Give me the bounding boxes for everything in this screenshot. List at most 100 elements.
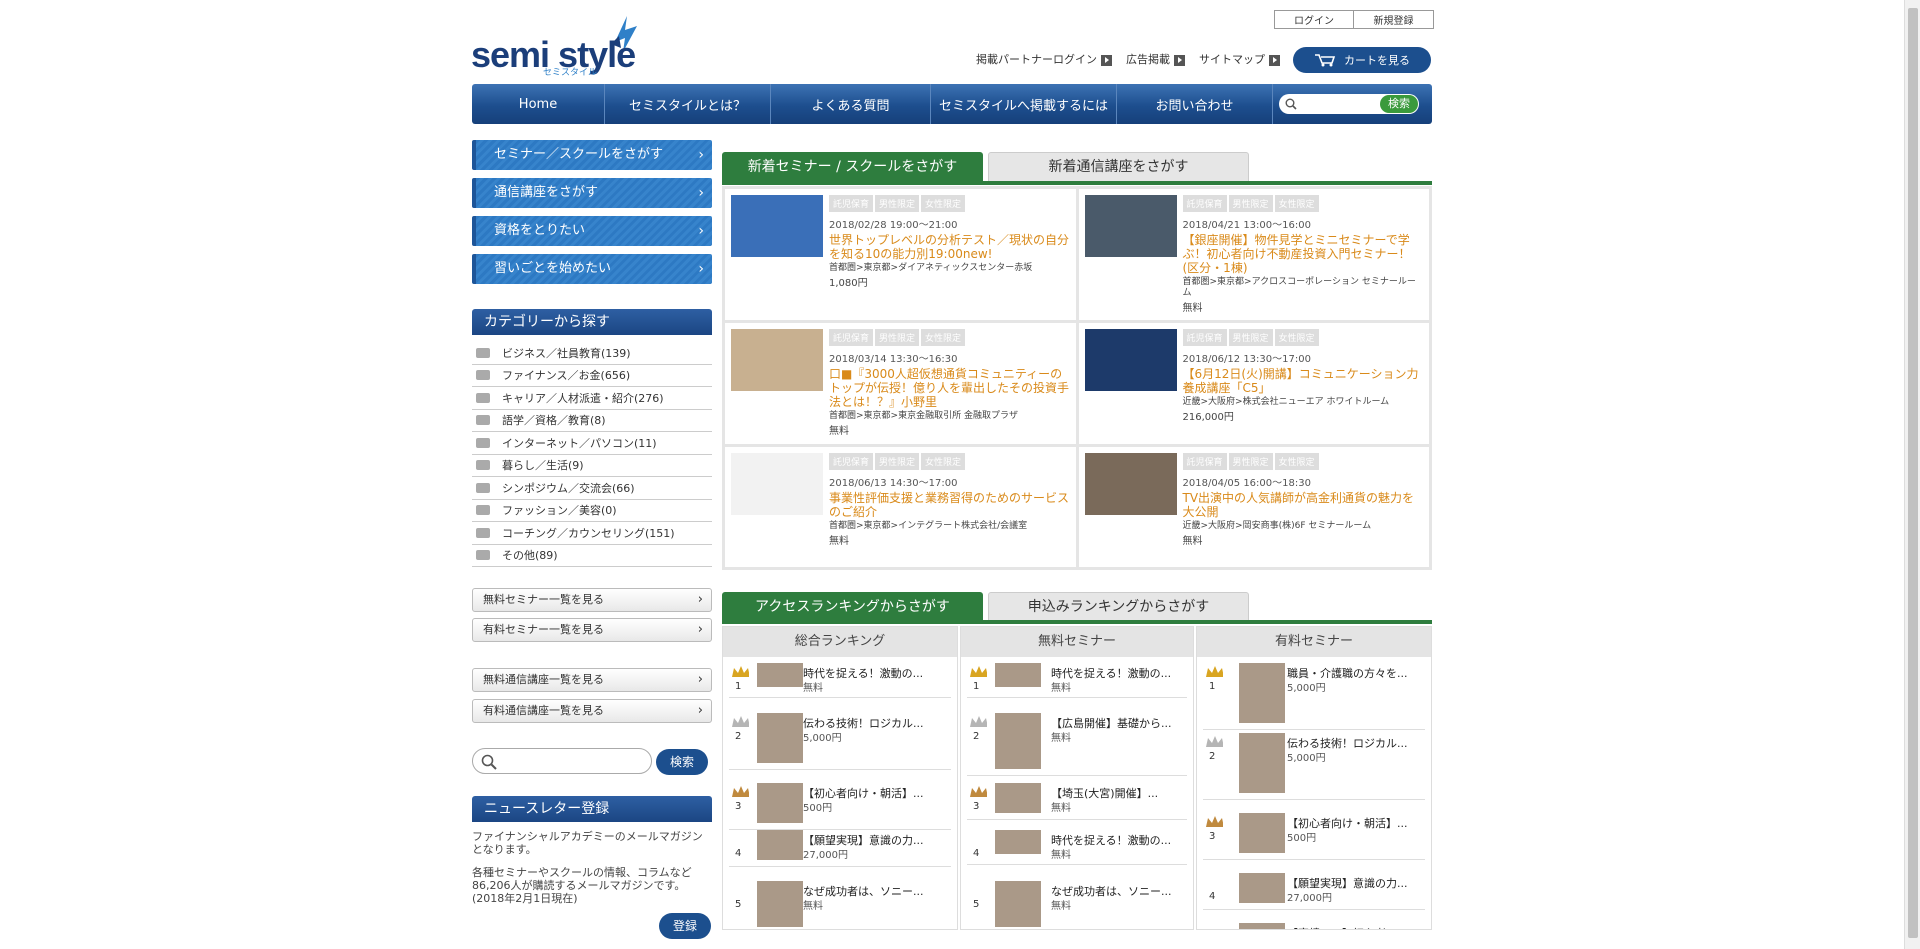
- login-link[interactable]: ログイン: [1274, 10, 1354, 29]
- ranking-item[interactable]: 5【実績No1】初心者...: [1197, 917, 1431, 929]
- find-license-button[interactable]: 資格をとりたい: [472, 216, 712, 246]
- find-seminar-button[interactable]: セミナー／スクールをさがす: [472, 140, 712, 170]
- ranking-heading: 有料セミナー: [1197, 627, 1431, 657]
- ranking-thumbnail[interactable]: [1239, 663, 1285, 723]
- scrollbar-thumb[interactable]: [1908, 8, 1918, 938]
- nav-faq[interactable]: よくある質問: [771, 84, 931, 124]
- category-item[interactable]: シンポジウム／交流会(66): [472, 477, 712, 500]
- ranking-title[interactable]: 【実績No1】初心者...: [1287, 925, 1396, 929]
- ranking-item[interactable]: 2 伝わる技術！ロジカル... 5,000円: [1197, 727, 1431, 800]
- crown-icon: [970, 666, 987, 677]
- seminar-thumbnail[interactable]: [1084, 195, 1177, 257]
- seminar-title[interactable]: 世界トップレベルの分析テスト／現状の自分を知る10の能力別19:00new!: [829, 233, 1070, 261]
- ranking-price: 無料: [1051, 850, 1071, 861]
- category-item[interactable]: 語学／資格／教育(8): [472, 410, 712, 432]
- rank-number: 3: [735, 801, 742, 812]
- ranking-thumbnail[interactable]: [1239, 813, 1285, 853]
- arrow-right-icon: [1174, 54, 1185, 66]
- partner-login-link[interactable]: 掲載パートナーログイン: [976, 51, 1112, 67]
- cart-button[interactable]: カートを見る: [1293, 47, 1431, 73]
- divider: [729, 866, 951, 867]
- rank-number: 3: [973, 801, 980, 812]
- ranking-thumbnail[interactable]: [757, 713, 803, 763]
- category-item[interactable]: ファイナンス／お金(656): [472, 365, 712, 387]
- site-logo[interactable]: semi style セミスタイル: [471, 14, 641, 78]
- sidebar-search-input[interactable]: [472, 748, 652, 774]
- ranking-thumbnail[interactable]: [995, 830, 1041, 854]
- category-item[interactable]: ファッション／美容(0): [472, 500, 712, 522]
- ranking-thumbnail[interactable]: [1239, 923, 1285, 929]
- ranking-thumbnail[interactable]: [757, 881, 803, 927]
- category-item[interactable]: 暮らし／生活(9): [472, 455, 712, 477]
- tab-new-course[interactable]: 新着通信講座をさがす: [988, 152, 1249, 182]
- seminar-title[interactable]: 口■『3000人超仮想通貨コミュニティーのトップが伝授！億り人を輩出したその投資…: [829, 367, 1070, 409]
- sitemap-link[interactable]: サイトマップ: [1199, 51, 1280, 67]
- nav-listing[interactable]: セミスタイルへ掲載するには: [931, 84, 1117, 124]
- nav-home[interactable]: Home: [472, 84, 605, 124]
- seminar-title[interactable]: 【6月12日(火)開講】コミュニケーション力養成講座「C5」: [1183, 367, 1424, 395]
- seminar-title[interactable]: 【銀座開催】物件見学とミニセミナーで学ぶ！初心者向け不動産投資入門セミナー！(区…: [1183, 233, 1424, 275]
- category-item[interactable]: キャリア／人材派遣・紹介(276): [472, 387, 712, 410]
- seminar-thumbnail[interactable]: [731, 195, 823, 257]
- ranking-thumbnail[interactable]: [995, 663, 1041, 687]
- free-seminar-list-button[interactable]: 無料セミナー一覧を見る: [472, 588, 712, 612]
- divider: [1203, 909, 1425, 910]
- nav-search-button[interactable]: 検索: [1380, 95, 1418, 113]
- nav-contact[interactable]: お問い合わせ: [1117, 84, 1273, 124]
- category-item[interactable]: ビジネス／社員教育(139): [472, 342, 712, 365]
- paid-course-list-button[interactable]: 有料通信講座一覧を見る: [472, 699, 712, 723]
- ranking-thumbnail[interactable]: [1239, 873, 1285, 903]
- ranking-item[interactable]: 3 【初心者向け・朝活】... 500円: [1197, 807, 1431, 867]
- seminar-card[interactable]: 託児保育 男性限定 女性限定 2018/06/12 13:30～17:00 【6月12日…: [1078, 323, 1429, 444]
- ranking-thumbnail[interactable]: [995, 713, 1041, 769]
- newsletter-heading: ニュースレター登録: [472, 796, 712, 822]
- ranking-item[interactable]: 2 伝わる技術！ロジカル... 5,000円: [723, 707, 957, 770]
- seminar-thumbnail[interactable]: [731, 452, 823, 515]
- ranking-item[interactable]: 1 職員・介護職の方々を... 5,000円: [1197, 657, 1431, 730]
- seminar-card[interactable]: 託児保育 男性限定 女性限定 2018/04/21 13:00～16:00 【銀座開催】…: [1078, 189, 1429, 320]
- category-label: ビジネス／社員教育(139): [502, 346, 631, 360]
- category-item[interactable]: インターネット／パソコン(11): [472, 432, 712, 455]
- newsletter-register-button[interactable]: 登録: [659, 913, 711, 939]
- register-link[interactable]: 新規登録: [1354, 10, 1434, 29]
- ranking-thumbnail[interactable]: [757, 663, 803, 687]
- ranking-thumbnail[interactable]: [1239, 733, 1285, 793]
- tab-access-ranking[interactable]: アクセスランキングからさがす: [722, 592, 983, 622]
- page-scrollbar[interactable]: [1904, 0, 1920, 949]
- ranking-item[interactable]: 5 なぜ成功者は、ソニー... 無料: [961, 875, 1193, 929]
- ad-link[interactable]: 広告掲載: [1126, 51, 1185, 67]
- seminar-tag: 託児保育: [1182, 452, 1227, 470]
- seminar-thumbnail[interactable]: [1084, 452, 1177, 515]
- seminar-tags: 託児保育 男性限定 女性限定: [1182, 329, 1424, 346]
- seminar-card[interactable]: 託児保育 男性限定 女性限定 2018/04/05 16:00～18:30 TV出演中の…: [1078, 446, 1429, 567]
- ranking-thumbnail[interactable]: [757, 783, 803, 823]
- find-lesson-button[interactable]: 習いごとを始めたい: [472, 254, 712, 284]
- ranking-thumbnail[interactable]: [757, 830, 803, 860]
- nav-search-input[interactable]: 検索: [1279, 94, 1419, 114]
- seminar-card[interactable]: 託児保育 男性限定 女性限定 2018/03/14 13:30～16:30 口■『300…: [725, 323, 1076, 444]
- category-item[interactable]: その他(89): [472, 545, 712, 567]
- tab-apply-ranking[interactable]: 申込みランキングからさがす: [988, 592, 1249, 622]
- ranking-item[interactable]: 5 なぜ成功者は、ソニー... 無料: [723, 875, 957, 929]
- ranking-price: 27,000円: [803, 850, 848, 861]
- ranking-price: 5,000円: [803, 733, 842, 744]
- seminar-title[interactable]: TV出演中の人気講師が高金利通貨の魅力を大公開: [1183, 491, 1424, 519]
- rank-number: 3: [1209, 831, 1216, 842]
- ranking-item[interactable]: 2 【広島開催】基礎から... 無料: [961, 707, 1193, 776]
- seminar-thumbnail[interactable]: [1084, 329, 1177, 391]
- category-item[interactable]: コーチング／カウンセリング(151): [472, 522, 712, 545]
- seminar-title[interactable]: 事業性評価支援と業務習得のためのサービスのご紹介: [829, 491, 1070, 519]
- free-course-list-button[interactable]: 無料通信講座一覧を見る: [472, 668, 712, 692]
- seminar-thumbnail[interactable]: [731, 329, 823, 391]
- utility-links: ログイン 新規登録: [1274, 10, 1434, 29]
- ranking-free: 無料セミナー 1 時代を捉える！激動の... 無料 2 【広島開催】基礎から... 無料 3 【…: [960, 626, 1194, 930]
- nav-about[interactable]: セミスタイルとは？: [605, 84, 771, 124]
- seminar-card[interactable]: 託児保育 男性限定 女性限定 2018/02/28 19:00～21:00 世界トップレ…: [725, 189, 1076, 320]
- find-course-button[interactable]: 通信講座をさがす: [472, 178, 712, 208]
- sidebar-search-button[interactable]: 検索: [656, 749, 708, 775]
- ranking-thumbnail[interactable]: [995, 881, 1041, 927]
- paid-seminar-list-button[interactable]: 有料セミナー一覧を見る: [472, 618, 712, 642]
- seminar-card[interactable]: 託児保育 男性限定 女性限定 2018/06/13 14:30～17:00 事業性評価支…: [725, 446, 1076, 567]
- ranking-thumbnail[interactable]: [995, 783, 1041, 813]
- tab-new-seminar[interactable]: 新着セミナー / スクールをさがす: [722, 152, 983, 182]
